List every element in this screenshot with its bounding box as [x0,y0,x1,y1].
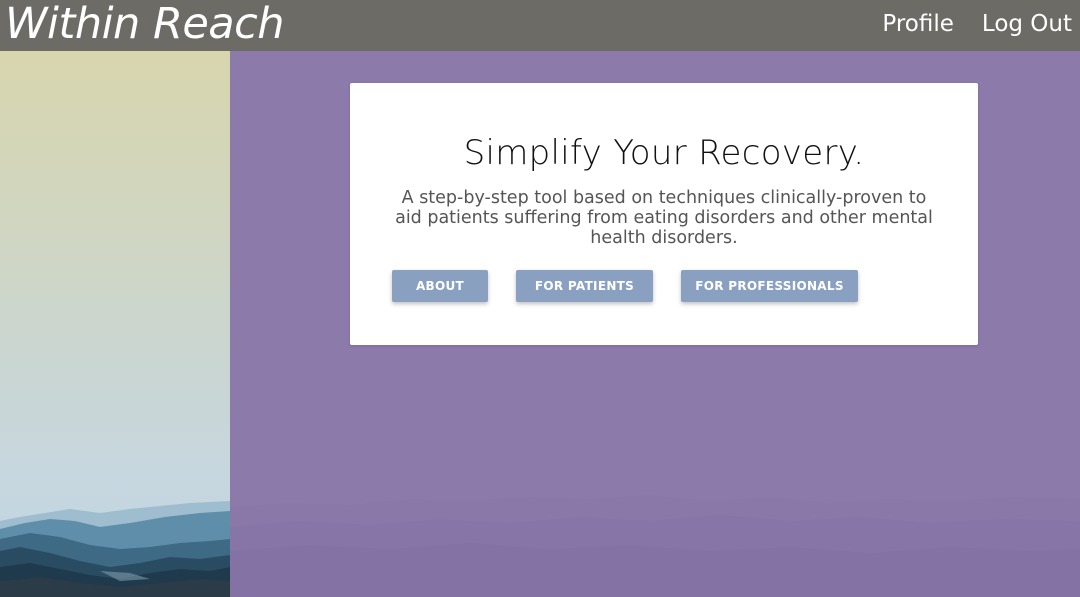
for-patients-button[interactable]: FOR PATIENTS [516,270,653,302]
landscape-image [0,51,230,597]
for-professionals-button[interactable]: FOR PROFESSIONALS [681,270,858,302]
mountain-illustration [0,501,230,597]
hero-description: A step-by-step tool based on techniques … [395,188,933,248]
brand-logo[interactable]: Within Reach [5,0,285,52]
about-button[interactable]: ABOUT [392,270,488,302]
profile-link[interactable]: Profile [882,11,954,37]
hero-card: Simplify Your Recovery. A step-by-step t… [350,83,978,345]
nav-links: Profile Log Out [882,0,1072,47]
hero-title: Simplify Your Recovery. [463,133,865,173]
page: Within Reach Profile Log Out Simplify Yo… [0,0,1080,597]
top-navbar: Within Reach Profile Log Out [0,0,1080,51]
logout-link[interactable]: Log Out [982,11,1072,37]
